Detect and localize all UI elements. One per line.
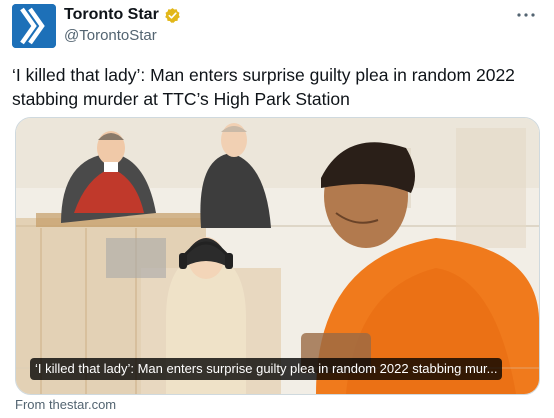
link-card[interactable]: ‘I killed that lady’: Man enters surpris… xyxy=(15,117,540,395)
tweet-text: ‘I killed that lady’: Man enters surpris… xyxy=(12,65,515,109)
name-row: Toronto Star xyxy=(64,6,181,24)
toronto-star-logo-icon xyxy=(12,4,56,48)
card-caption: ‘I killed that lady’: Man enters surpris… xyxy=(30,358,503,380)
card-source-link[interactable]: From thestar.com xyxy=(15,397,116,412)
courtroom-sketch-image xyxy=(16,118,539,394)
more-options-icon[interactable] xyxy=(514,6,538,24)
verified-badge-icon xyxy=(164,7,181,24)
display-name[interactable]: Toronto Star xyxy=(64,6,159,24)
tweet: Toronto Star @TorontoStar ‘I killed that… xyxy=(0,0,554,418)
avatar[interactable] xyxy=(12,4,56,48)
account-handle[interactable]: @TorontoStar xyxy=(64,27,157,44)
